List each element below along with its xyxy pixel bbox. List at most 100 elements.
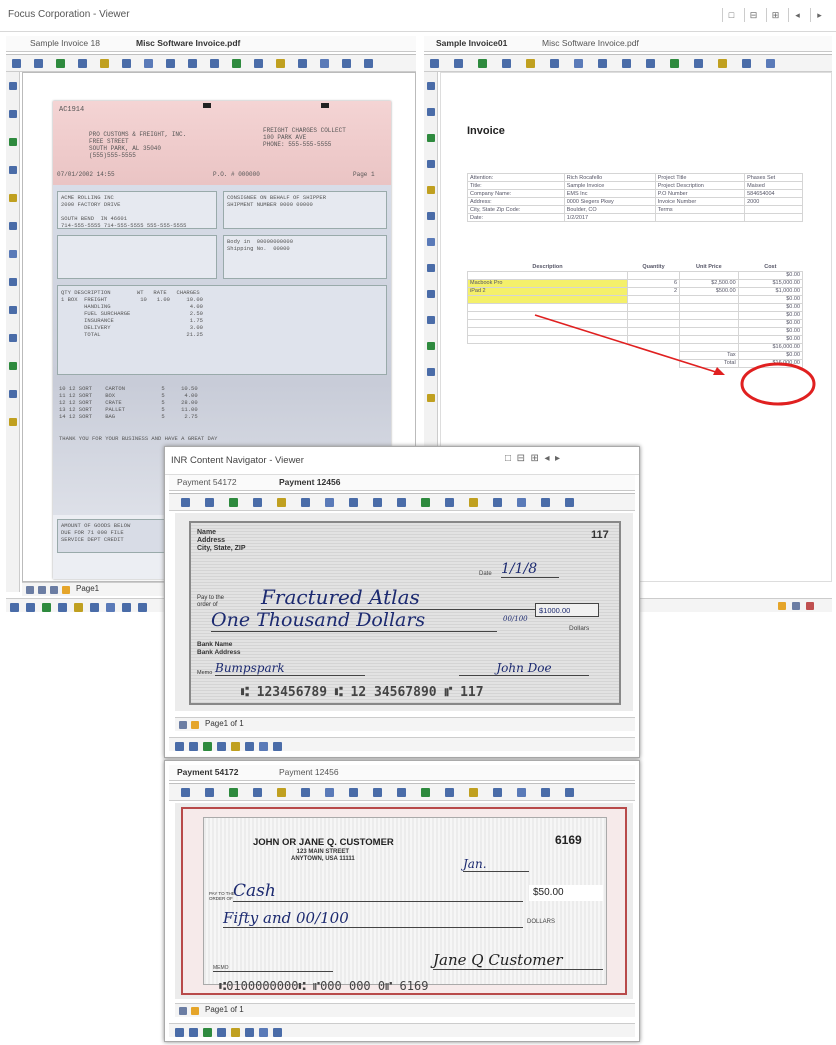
- redact-tool-icon[interactable]: [427, 316, 435, 324]
- pen-tool-icon[interactable]: [9, 138, 17, 146]
- export-icon[interactable]: [718, 59, 727, 68]
- tile-button[interactable]: ⊟: [744, 8, 762, 22]
- tab-payment-12456[interactable]: Payment 12456: [279, 477, 340, 487]
- rotate-icon[interactable]: [574, 59, 583, 68]
- zoom-icon[interactable]: [792, 602, 800, 610]
- zoom-out-icon[interactable]: [229, 788, 238, 797]
- bottom-tool-icon[interactable]: [138, 603, 147, 612]
- viewer2-first-page-icon[interactable]: [179, 1007, 187, 1015]
- shape-tool-icon[interactable]: [9, 278, 17, 286]
- search-icon[interactable]: [502, 59, 511, 68]
- last-page-icon[interactable]: [62, 586, 70, 594]
- highlight-icon[interactable]: [373, 788, 382, 797]
- highlight-icon[interactable]: [373, 498, 382, 507]
- bottom-tool-icon[interactable]: [106, 603, 115, 612]
- open-icon[interactable]: [766, 59, 775, 68]
- open-icon[interactable]: [181, 788, 190, 797]
- highlight-tool-icon[interactable]: [9, 222, 17, 230]
- select-tool-icon[interactable]: [9, 82, 17, 90]
- first-page-icon[interactable]: [26, 586, 34, 594]
- search-icon[interactable]: [253, 498, 262, 507]
- redact-tool-icon[interactable]: [9, 334, 17, 342]
- note-tool-icon[interactable]: [9, 194, 17, 202]
- print-icon[interactable]: [277, 498, 286, 507]
- search-icon[interactable]: [253, 788, 262, 797]
- bottom-tool-icon[interactable]: [231, 1028, 240, 1037]
- bottom-tool-icon[interactable]: [203, 742, 212, 751]
- annotate-icon[interactable]: [166, 59, 175, 68]
- viewer2-thumbs-icon[interactable]: [191, 1007, 199, 1015]
- prev-page-icon[interactable]: [38, 586, 46, 594]
- bottom-tool-icon[interactable]: [217, 1028, 226, 1037]
- zoom-out-icon[interactable]: [478, 59, 487, 68]
- zoom-out-icon[interactable]: [565, 498, 574, 507]
- next-page-icon[interactable]: [50, 586, 58, 594]
- stamp-icon[interactable]: [397, 788, 406, 797]
- eraser-tool-icon[interactable]: [9, 362, 17, 370]
- open-icon[interactable]: [181, 498, 190, 507]
- tab-payment-54172[interactable]: Payment 54172: [177, 477, 237, 487]
- annotate-icon[interactable]: [349, 788, 358, 797]
- rotate-icon[interactable]: [325, 498, 334, 507]
- zoom-in-icon[interactable]: [541, 788, 550, 797]
- bottom-tool-icon[interactable]: [175, 742, 184, 751]
- next-arrow-icon[interactable]: ▸: [810, 8, 828, 22]
- print-icon[interactable]: [526, 59, 535, 68]
- redact-icon[interactable]: [232, 59, 241, 68]
- tab-payment-12456-v2[interactable]: Payment 12456: [279, 767, 339, 777]
- eraser-tool-icon[interactable]: [427, 342, 435, 350]
- fit-width-icon[interactable]: [550, 59, 559, 68]
- bottom-tool-icon[interactable]: [58, 603, 67, 612]
- tab-misc-software-invoice[interactable]: Misc Software Invoice.pdf: [136, 38, 240, 48]
- viewer2-page-field[interactable]: Page1 of 1: [205, 1005, 244, 1014]
- select-tool-icon[interactable]: [427, 82, 435, 90]
- attach-tool-icon[interactable]: [9, 418, 17, 426]
- tab-payment-54172-v2[interactable]: Payment 54172: [177, 767, 238, 777]
- stamp-icon[interactable]: [210, 59, 219, 68]
- zoom-out-icon[interactable]: [229, 498, 238, 507]
- save-icon[interactable]: [254, 59, 263, 68]
- bottom-tool-icon[interactable]: [203, 1028, 212, 1037]
- rotate-icon[interactable]: [325, 788, 334, 797]
- open-icon[interactable]: [430, 59, 439, 68]
- bottom-tool-icon[interactable]: [231, 742, 240, 751]
- settings-icon[interactable]: [493, 498, 502, 507]
- bottom-tool-icon[interactable]: [245, 742, 254, 751]
- bottom-tool-icon[interactable]: [259, 1028, 268, 1037]
- print-icon[interactable]: [277, 788, 286, 797]
- bottom-tool-icon[interactable]: [122, 603, 131, 612]
- arrow-tool-icon[interactable]: [427, 238, 435, 246]
- settings-icon[interactable]: [493, 788, 502, 797]
- zoom-out-icon[interactable]: [565, 788, 574, 797]
- prev-arrow-icon[interactable]: ◂: [788, 8, 806, 22]
- save-icon[interactable]: [445, 498, 454, 507]
- link-tool-icon[interactable]: [9, 390, 17, 398]
- bottom-tool-icon[interactable]: [273, 742, 282, 751]
- zoom-in-icon[interactable]: [454, 59, 463, 68]
- bottom-tool-icon[interactable]: [245, 1028, 254, 1037]
- save-icon[interactable]: [445, 788, 454, 797]
- annotate-icon[interactable]: [349, 498, 358, 507]
- export-icon[interactable]: [469, 498, 478, 507]
- bottom-tool-icon[interactable]: [189, 742, 198, 751]
- grid-button[interactable]: ⊞: [766, 8, 784, 22]
- zoom-in-icon[interactable]: [205, 788, 214, 797]
- export-icon[interactable]: [469, 788, 478, 797]
- bottom-tool-icon[interactable]: [259, 742, 268, 751]
- bottom-tool-icon[interactable]: [26, 603, 35, 612]
- redact-icon[interactable]: [670, 59, 679, 68]
- zoom-in-icon[interactable]: [342, 59, 351, 68]
- restore-button[interactable]: □: [722, 8, 740, 22]
- highlight-icon[interactable]: [622, 59, 631, 68]
- fit-page-icon[interactable]: [778, 602, 786, 610]
- arrow-tool-icon[interactable]: [9, 250, 17, 258]
- pen-tool-icon[interactable]: [427, 134, 435, 142]
- text-tool-icon[interactable]: [9, 166, 17, 174]
- bottom-tool-icon[interactable]: [42, 603, 51, 612]
- bottom-tool-icon[interactable]: [10, 603, 19, 612]
- note-tool-icon[interactable]: [427, 186, 435, 194]
- tab-sample-invoice-18[interactable]: Sample Invoice 18: [30, 38, 100, 48]
- stamp-tool-icon[interactable]: [9, 306, 17, 314]
- fit-width-icon[interactable]: [122, 59, 131, 68]
- pan-tool-icon[interactable]: [9, 110, 17, 118]
